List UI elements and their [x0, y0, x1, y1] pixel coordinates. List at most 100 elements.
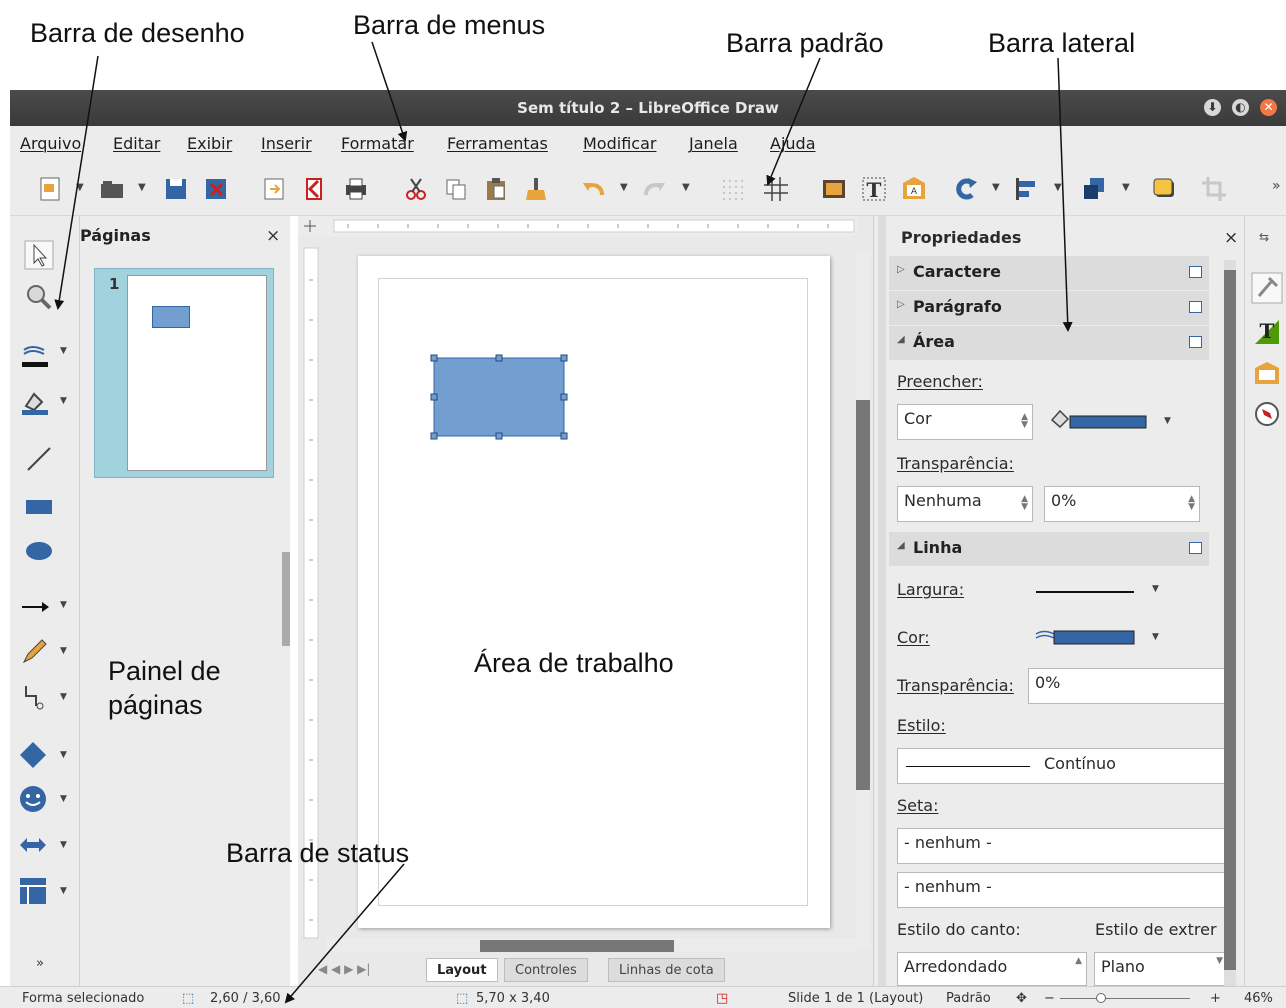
horizontal-scroll-thumb[interactable]	[480, 940, 674, 952]
arrange-icon[interactable]	[1080, 175, 1108, 203]
rectangle-shape[interactable]	[428, 352, 570, 442]
arrow-line-icon[interactable]	[20, 592, 50, 622]
fill-color-dropdown-icon[interactable]: ▼	[1164, 416, 1171, 426]
connector-dropdown-icon[interactable]: ▼	[60, 692, 67, 702]
sidebar-menu-icon[interactable]: ⇆	[1259, 230, 1269, 244]
rotate-icon[interactable]	[952, 175, 980, 203]
open-folder-icon[interactable]	[98, 175, 126, 203]
corner-style-select[interactable]: Arredondado ▲	[897, 952, 1087, 986]
tab-layout[interactable]: Layout	[426, 958, 498, 982]
vertical-scrollbar[interactable]	[856, 252, 870, 948]
fontwork-icon[interactable]: A	[900, 175, 928, 203]
cap-style-select[interactable]: Plano ▼	[1094, 952, 1228, 986]
undo-icon[interactable]	[580, 175, 608, 203]
align-dropdown-icon[interactable]: ▼	[1054, 182, 1062, 193]
menu-formatar[interactable]: Formatar	[341, 134, 414, 153]
zoom-in-icon[interactable]: +	[1210, 991, 1221, 1006]
line-width-dropdown-icon[interactable]: ▼	[1152, 584, 1159, 594]
section-linha[interactable]: ◢ Linha	[889, 532, 1209, 566]
more-options-area-icon[interactable]	[1189, 336, 1202, 348]
curve-dropdown-icon[interactable]: ▼	[60, 646, 67, 656]
clone-formatting-icon[interactable]	[522, 175, 550, 203]
fill-color-picker[interactable]	[1050, 408, 1150, 436]
zoom-slider-thumb[interactable]	[1096, 993, 1106, 1003]
cut-icon[interactable]	[402, 175, 430, 203]
drawing-page[interactable]: Área de trabalho	[358, 256, 830, 928]
redo-icon[interactable]	[640, 175, 668, 203]
zoom-icon[interactable]	[24, 282, 54, 312]
status-zoom[interactable]: 46%	[1244, 991, 1273, 1006]
export-pdf-icon[interactable]	[300, 175, 328, 203]
ellipse-tool-icon[interactable]	[24, 536, 54, 566]
sidebar-close-icon[interactable]: ×	[1224, 228, 1238, 248]
block-arrows-dropdown-icon[interactable]: ▼	[60, 840, 67, 850]
fill-color-dropdown-icon[interactable]: ▼	[60, 396, 67, 406]
arrow-start-select[interactable]: - nenhum -	[897, 828, 1227, 864]
toolbar-overflow-icon[interactable]: »	[1272, 178, 1281, 194]
menu-janela[interactable]: Janela	[689, 134, 738, 153]
line-color-dropdown-icon[interactable]: ▼	[60, 346, 67, 356]
line-color-picker[interactable]	[1034, 626, 1138, 650]
more-options-caractere-icon[interactable]	[1189, 266, 1202, 278]
document-modified-icon[interactable]: ◳	[716, 991, 728, 1006]
block-arrows-icon[interactable]	[18, 830, 48, 860]
save-as-icon[interactable]	[202, 175, 230, 203]
page-thumbnail[interactable]: 1	[94, 268, 274, 478]
grid-icon[interactable]	[718, 175, 746, 203]
basic-shapes-icon[interactable]	[18, 740, 48, 770]
undo-dropdown-icon[interactable]: ▼	[620, 182, 628, 193]
section-paragrafo[interactable]: ▷ Parágrafo	[889, 291, 1209, 325]
basic-shapes-dropdown-icon[interactable]: ▼	[60, 750, 67, 760]
gallery-tab-icon[interactable]	[1251, 358, 1283, 390]
menu-exibir[interactable]: Exibir	[187, 134, 232, 153]
section-caractere[interactable]: ▷ Caractere	[889, 256, 1209, 290]
save-icon[interactable]	[162, 175, 190, 203]
drawbar-overflow-icon[interactable]: »	[36, 956, 44, 971]
arrow-end-select[interactable]: - nenhum -	[897, 872, 1227, 908]
menu-modificar[interactable]: Modificar	[583, 134, 656, 153]
status-layout[interactable]: Padrão	[946, 991, 991, 1006]
zoom-slider[interactable]	[1060, 993, 1190, 1003]
fill-color-icon[interactable]	[20, 388, 50, 418]
vertical-scroll-thumb[interactable]	[856, 400, 870, 790]
curve-tool-icon[interactable]	[20, 636, 50, 666]
align-icon[interactable]	[1012, 175, 1040, 203]
connector-tool-icon[interactable]	[20, 682, 50, 712]
fit-slide-icon[interactable]: ✥	[1016, 991, 1027, 1006]
fill-type-select[interactable]: Cor ▲ ▼	[897, 404, 1033, 440]
minimize-icon[interactable]: ⬇	[1204, 99, 1221, 116]
redo-dropdown-icon[interactable]: ▼	[682, 182, 690, 193]
close-window-icon[interactable]: ✕	[1260, 99, 1277, 116]
sidebar-splitter[interactable]	[878, 216, 886, 986]
pages-close-icon[interactable]: ×	[266, 226, 280, 246]
area-transparency-select[interactable]: Nenhuma ▲ ▼	[897, 486, 1033, 522]
new-dropdown-icon[interactable]: ▼	[76, 182, 84, 193]
symbol-shapes-icon[interactable]	[18, 784, 48, 814]
arrange-dropdown-icon[interactable]: ▼	[1122, 182, 1130, 193]
paste-icon[interactable]	[482, 175, 510, 203]
line-color-icon[interactable]	[20, 340, 50, 370]
copy-icon[interactable]	[442, 175, 470, 203]
arrow-line-dropdown-icon[interactable]: ▼	[60, 600, 67, 610]
zoom-out-icon[interactable]: −	[1044, 991, 1055, 1006]
line-width-preview[interactable]	[1036, 591, 1134, 593]
properties-tab-icon[interactable]	[1251, 272, 1283, 304]
print-icon[interactable]	[342, 175, 370, 203]
navigator-tab-icon[interactable]	[1253, 400, 1281, 428]
symbol-shapes-dropdown-icon[interactable]: ▼	[60, 794, 67, 804]
menu-inserir[interactable]: Inserir	[261, 134, 312, 153]
area-transparency-percent[interactable]: 0% ▲ ▼	[1044, 486, 1200, 522]
line-tool-icon[interactable]	[24, 444, 54, 474]
menu-arquivo[interactable]: Arquivo	[20, 134, 81, 153]
sidebar-scroll-thumb[interactable]	[1224, 270, 1236, 970]
styles-tab-icon[interactable]: T	[1251, 316, 1283, 348]
tab-navigation-icons[interactable]: ◀ ◀ ▶ ▶|	[318, 962, 370, 976]
insert-image-icon[interactable]	[820, 175, 848, 203]
horizontal-scrollbar[interactable]	[326, 938, 856, 952]
tab-linhas-de-cota[interactable]: Linhas de cota	[608, 958, 725, 982]
export-icon[interactable]	[260, 175, 288, 203]
line-color-dropdown-icon[interactable]: ▼	[1152, 632, 1159, 642]
flowchart-dropdown-icon[interactable]: ▼	[60, 886, 67, 896]
line-transparency-input[interactable]: 0%	[1028, 668, 1228, 704]
shadow-icon[interactable]	[1150, 175, 1178, 203]
